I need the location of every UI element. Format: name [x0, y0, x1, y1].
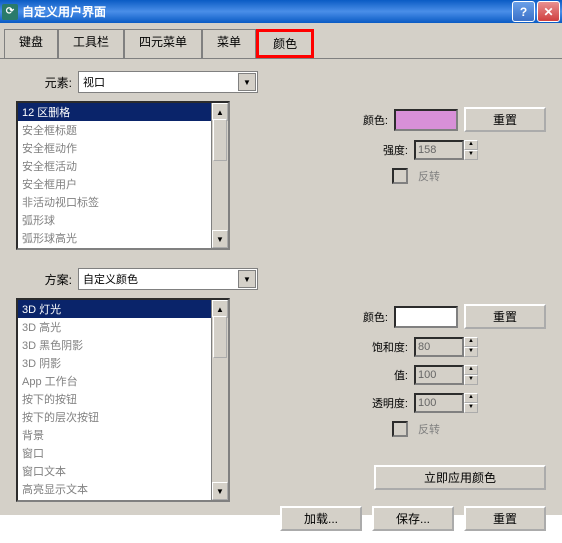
- list-item[interactable]: 非活动视口标签: [18, 193, 228, 211]
- list-item[interactable]: 弧形球: [18, 211, 228, 229]
- list-item[interactable]: 窗口文本: [18, 462, 228, 480]
- invert-label: 反转: [418, 421, 440, 437]
- scheme-combo[interactable]: 自定义颜色▼: [78, 268, 258, 290]
- element-combo[interactable]: 视口▼: [78, 71, 258, 93]
- list-item[interactable]: 按下的层次按钮: [18, 408, 228, 426]
- scroll-thumb[interactable]: [213, 316, 227, 358]
- titlebar: ⟳ 自定义用户界面 ? ✕: [0, 0, 562, 23]
- opacity-spinner[interactable]: ▲▼: [414, 393, 478, 413]
- window-title: 自定义用户界面: [22, 3, 510, 20]
- list-item[interactable]: 弧形球高光: [18, 229, 228, 247]
- spin-down-icon[interactable]: ▼: [464, 150, 478, 160]
- spin-up-icon[interactable]: ▲: [464, 140, 478, 150]
- load-button[interactable]: 加载...: [280, 506, 362, 531]
- invert-checkbox[interactable]: [392, 168, 408, 184]
- list-item[interactable]: 安全框活动: [18, 157, 228, 175]
- saturation-spinner[interactable]: ▲▼: [414, 337, 478, 357]
- scheme-list[interactable]: 3D 灯光 3D 高光 3D 黑色阴影 3D 阴影 App 工作台 按下的按钮 …: [16, 298, 230, 502]
- spin-down-icon[interactable]: ▼: [464, 375, 478, 385]
- spin-up-icon[interactable]: ▲: [464, 393, 478, 403]
- scrollbar[interactable]: ▲▼: [211, 103, 228, 248]
- scroll-down-icon[interactable]: ▼: [212, 230, 228, 248]
- color-swatch[interactable]: [394, 306, 458, 328]
- color-label: 颜色:: [363, 309, 388, 325]
- reset-all-button[interactable]: 重置: [464, 506, 546, 531]
- spin-up-icon[interactable]: ▲: [464, 337, 478, 347]
- list-item[interactable]: 安全框用户: [18, 175, 228, 193]
- list-item[interactable]: 3D 阴影: [18, 354, 228, 372]
- intensity-label: 强度:: [383, 142, 408, 158]
- color-label: 颜色:: [363, 112, 388, 128]
- list-item[interactable]: 12 区删格: [18, 103, 228, 121]
- list-item[interactable]: 工具提示背景: [18, 498, 228, 502]
- chevron-down-icon: ▼: [238, 270, 256, 288]
- scroll-thumb[interactable]: [213, 119, 227, 161]
- list-item[interactable]: 3D 高光: [18, 318, 228, 336]
- value-label: 值:: [394, 367, 408, 383]
- close-button[interactable]: ✕: [537, 1, 560, 22]
- invert-checkbox[interactable]: [392, 421, 408, 437]
- list-item[interactable]: 十字线光标: [18, 247, 228, 250]
- spin-down-icon[interactable]: ▼: [464, 347, 478, 357]
- list-item[interactable]: 高亮显示文本: [18, 480, 228, 498]
- reset-button[interactable]: 重置: [464, 304, 546, 329]
- help-button[interactable]: ?: [512, 1, 535, 22]
- value-spinner[interactable]: ▲▼: [414, 365, 478, 385]
- invert-label: 反转: [418, 168, 440, 184]
- tab-bar: 键盘 工具栏 四元菜单 菜单 颜色: [0, 23, 562, 59]
- list-item[interactable]: 背景: [18, 426, 228, 444]
- list-item[interactable]: App 工作台: [18, 372, 228, 390]
- spin-down-icon[interactable]: ▼: [464, 403, 478, 413]
- opacity-label: 透明度:: [372, 395, 408, 411]
- tab-quad[interactable]: 四元菜单: [124, 29, 202, 58]
- list-item[interactable]: 窗口: [18, 444, 228, 462]
- element-list[interactable]: 12 区删格 安全框标题 安全框动作 安全框活动 安全框用户 非活动视口标签 弧…: [16, 101, 230, 250]
- list-item[interactable]: 3D 黑色阴影: [18, 336, 228, 354]
- tab-color[interactable]: 颜色: [256, 29, 314, 58]
- list-item[interactable]: 按下的按钮: [18, 390, 228, 408]
- scroll-down-icon[interactable]: ▼: [212, 482, 228, 500]
- apply-button[interactable]: 立即应用颜色: [374, 465, 546, 490]
- tab-toolbar[interactable]: 工具栏: [58, 29, 124, 58]
- scheme-label: 方案:: [16, 271, 72, 288]
- list-item[interactable]: 安全框动作: [18, 139, 228, 157]
- save-button[interactable]: 保存...: [372, 506, 454, 531]
- spin-up-icon[interactable]: ▲: [464, 365, 478, 375]
- saturation-label: 饱和度:: [372, 339, 408, 355]
- list-item[interactable]: 3D 灯光: [18, 300, 228, 318]
- intensity-spinner[interactable]: ▲▼: [414, 140, 478, 160]
- list-item[interactable]: 安全框标题: [18, 121, 228, 139]
- chevron-down-icon: ▼: [238, 73, 256, 91]
- element-label: 元素:: [16, 74, 72, 91]
- tab-menu[interactable]: 菜单: [202, 29, 256, 58]
- tab-keyboard[interactable]: 键盘: [4, 29, 58, 58]
- app-icon: ⟳: [2, 4, 18, 20]
- color-swatch[interactable]: [394, 109, 458, 131]
- scrollbar[interactable]: ▲▼: [211, 300, 228, 500]
- reset-button[interactable]: 重置: [464, 107, 546, 132]
